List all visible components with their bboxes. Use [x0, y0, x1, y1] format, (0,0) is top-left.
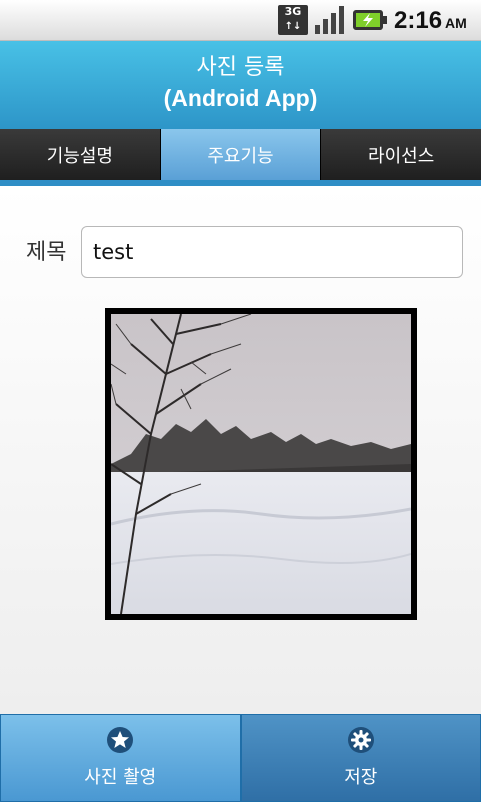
- title-label: 제목: [26, 240, 67, 265]
- photo-image: [111, 314, 411, 614]
- clock-time: 2:16: [394, 7, 443, 34]
- take-photo-button[interactable]: 사진 촬영: [0, 714, 241, 802]
- main-content: 제목: [0, 186, 481, 714]
- photo-preview[interactable]: [105, 308, 417, 620]
- tab-description[interactable]: 기능설명: [0, 129, 161, 180]
- status-bar: 3G ↑↓ 2:16 AM: [0, 0, 481, 41]
- network-label: 3G: [284, 5, 302, 18]
- save-button[interactable]: 저장: [240, 714, 481, 802]
- gear-icon: [347, 727, 374, 753]
- take-photo-label: 사진 촬영: [84, 767, 157, 788]
- tab-bar: 기능설명 주요기능 라이선스: [0, 129, 481, 180]
- tab-label: 기능설명: [46, 145, 113, 167]
- battery-charging-icon: [353, 10, 387, 30]
- tab-main-features[interactable]: 주요기능: [160, 129, 322, 180]
- clock-ampm: AM: [445, 15, 467, 31]
- signal-icon: [315, 6, 344, 34]
- save-label: 저장: [344, 767, 378, 788]
- tab-label: 라이선스: [368, 145, 435, 167]
- 3g-icon: 3G ↑↓: [278, 5, 308, 35]
- page-subtitle: (Android App): [163, 85, 318, 111]
- clock: 2:16 AM: [394, 7, 467, 35]
- tab-label: 주요기능: [207, 145, 274, 167]
- page-title: 사진 등록: [196, 55, 285, 80]
- title-input[interactable]: [81, 226, 463, 278]
- bottom-action-bar: 사진 촬영 저장: [0, 714, 481, 802]
- star-icon: [107, 727, 134, 753]
- title-bar: 사진 등록 (Android App): [0, 41, 481, 129]
- tab-license[interactable]: 라이선스: [321, 129, 481, 180]
